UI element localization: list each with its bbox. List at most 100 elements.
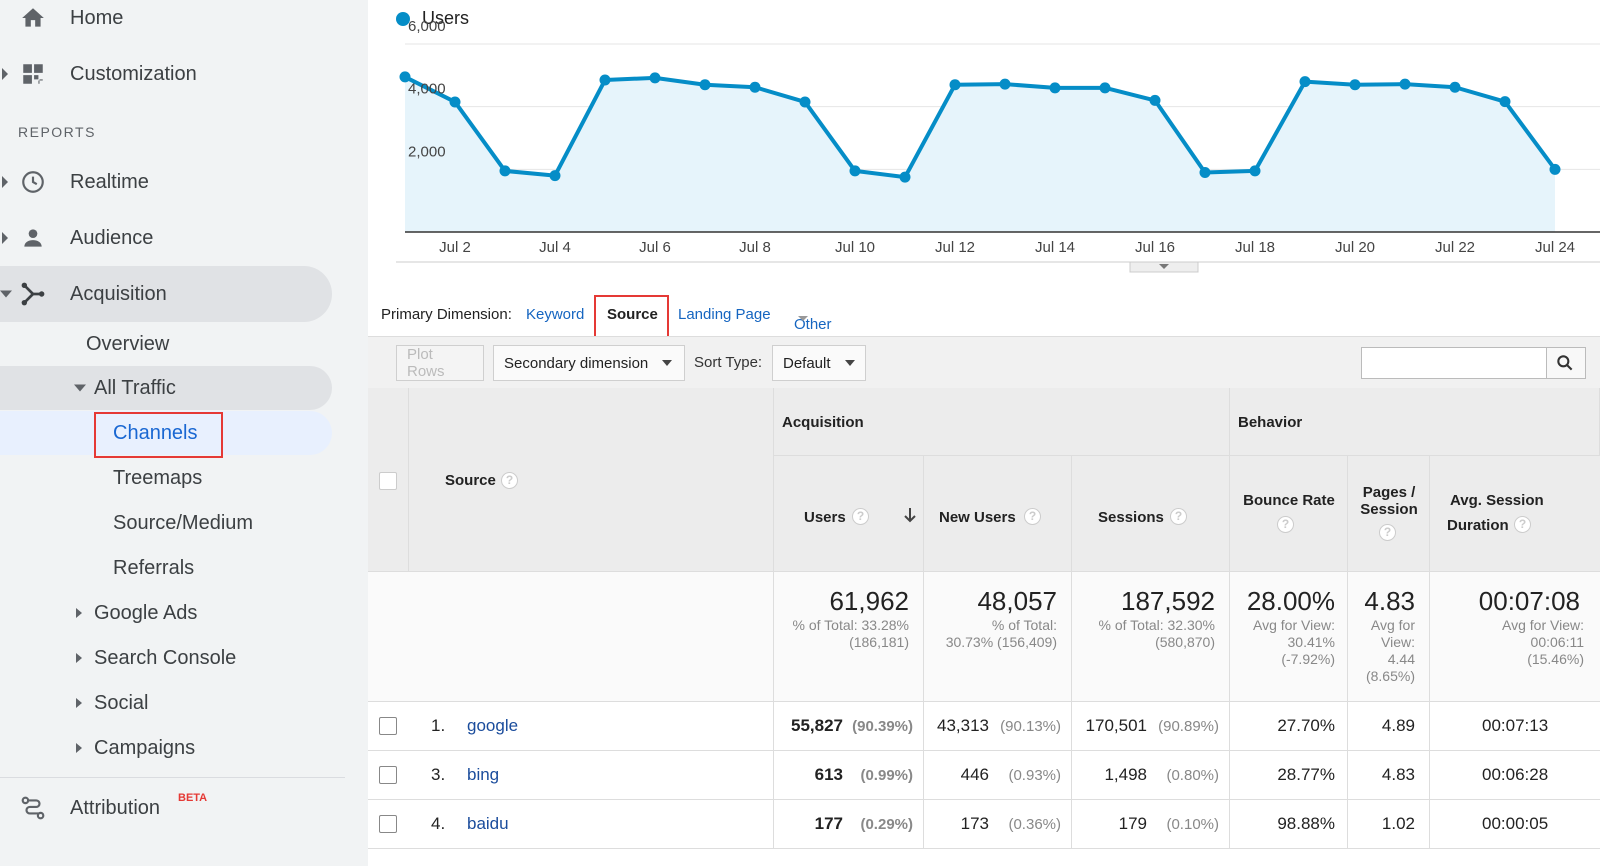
totals-sessions-sub2: (580,870) <box>1155 634 1215 650</box>
secondary-dimension-select[interactable]: Secondary dimension <box>493 345 685 381</box>
row-new-users: 43,313 <box>937 716 989 735</box>
data-point <box>1199 166 1211 178</box>
x-tick-label: Jul 14 <box>1035 239 1075 256</box>
x-tick-label: Jul 18 <box>1235 239 1275 256</box>
row-avg-cell: 00:07:13 <box>1430 702 1600 751</box>
data-point <box>549 170 561 182</box>
chevron-down-icon <box>798 316 808 321</box>
totals-pages-cell: 4.83 Avg for View: 4.44 (8.65%) <box>1348 572 1430 702</box>
data-point <box>749 81 761 93</box>
search-icon <box>1557 355 1573 371</box>
data-point <box>849 165 861 177</box>
table-search-button[interactable] <box>1546 347 1586 379</box>
help-icon[interactable]: ? <box>501 472 518 489</box>
table-toolbar: Plot Rows Secondary dimension Sort Type:… <box>368 336 1600 388</box>
nav-acquisition[interactable]: Acquisition <box>0 266 330 322</box>
dimension-keyword[interactable]: Keyword <box>526 306 584 323</box>
select-all-checkbox[interactable] <box>379 472 397 490</box>
nav-audience-label: Audience <box>70 226 154 249</box>
row-new-users-pct: (90.13%) <box>1000 718 1061 735</box>
row-source-link[interactable]: baidu <box>467 814 509 834</box>
avg-session-header[interactable]: Avg. Session Duration ? <box>1430 456 1600 572</box>
totals-sessions-cell: 187,592 % of Total: 32.30% (580,870) <box>1072 572 1230 702</box>
table-search-input[interactable] <box>1361 347 1547 379</box>
data-point <box>1049 82 1061 94</box>
select-all-header <box>368 388 409 572</box>
caret-down-icon <box>74 384 86 392</box>
sort-type-select[interactable]: Default <box>772 345 866 381</box>
plot-rows-button[interactable]: Plot Rows <box>396 345 484 381</box>
row-new-users-pct: (0.36%) <box>1008 816 1061 833</box>
nav-source-medium[interactable]: Source/Medium <box>113 501 253 545</box>
avg-session-header-line1: Avg. Session <box>1450 492 1544 509</box>
row-checkbox[interactable] <box>379 815 397 833</box>
row-users-cell: 613 (0.99%) <box>774 751 924 800</box>
row-sessions-cell: 170,501 (90.89%) <box>1072 702 1230 751</box>
row-sessions: 170,501 <box>1085 716 1147 735</box>
nav-campaigns[interactable]: Campaigns <box>76 726 326 770</box>
help-icon[interactable]: ? <box>1170 508 1187 525</box>
users-header[interactable]: Users ? <box>774 456 924 572</box>
nav-customization[interactable]: Customization <box>0 46 330 102</box>
pages-session-header[interactable]: Pages / Session ? <box>1348 456 1430 572</box>
caret-right-icon <box>76 608 82 618</box>
row-sessions-pct: (90.89%) <box>1158 718 1219 735</box>
row-source-link[interactable]: bing <box>467 765 499 785</box>
primary-dimension-bar: Primary Dimension: Keyword Source Landin… <box>368 296 1600 336</box>
help-icon[interactable]: ? <box>1277 516 1294 533</box>
row-avg: 00:07:13 <box>1482 716 1549 735</box>
help-icon[interactable]: ? <box>852 508 869 525</box>
totals-new-users: 48,057 <box>977 586 1057 616</box>
sidebar: Home Customization REPORTS Realtime Audi… <box>0 0 368 866</box>
row-avg-cell: 00:00:05 <box>1430 800 1600 849</box>
bounce-rate-header[interactable]: Bounce Rate ? <box>1230 456 1348 572</box>
sidebar-divider <box>0 777 345 778</box>
caret-down-icon <box>0 290 12 298</box>
nav-attribution[interactable]: Attribution BETA <box>0 780 330 836</box>
source-header[interactable]: Source ? <box>409 388 774 572</box>
nav-all-traffic[interactable]: All Traffic <box>72 366 332 410</box>
row-sessions-pct: (0.10%) <box>1166 816 1219 833</box>
totals-pages-sub2: View: <box>1381 634 1415 650</box>
x-tick-label: Jul 12 <box>935 239 975 256</box>
nav-google-ads[interactable]: Google Ads <box>76 591 326 635</box>
row-source-link[interactable]: google <box>467 716 518 736</box>
row-bounce-cell: 98.88% <box>1230 800 1348 849</box>
row-source-cell: 4. baidu <box>409 800 774 849</box>
data-point <box>699 79 711 91</box>
acquisition-group-header: Acquisition <box>774 388 1230 456</box>
nav-treemaps[interactable]: Treemaps <box>113 456 202 500</box>
row-checkbox[interactable] <box>379 717 397 735</box>
caret-right-icon <box>2 68 8 80</box>
nav-overview[interactable]: Overview <box>86 322 169 366</box>
row-sessions: 1,498 <box>1104 765 1147 784</box>
row-pages: 1.02 <box>1381 814 1415 833</box>
totals-users-sub2: (186,181) <box>849 634 909 650</box>
data-point <box>1349 79 1361 91</box>
nav-home[interactable]: Home <box>0 0 330 46</box>
data-point <box>1549 163 1561 175</box>
pages-session-header-line1: Pages / <box>1362 484 1416 501</box>
x-tick-label: Jul 2 <box>439 239 471 256</box>
nav-social[interactable]: Social <box>76 681 326 725</box>
nav-realtime[interactable]: Realtime <box>0 154 330 210</box>
dimension-landing-page[interactable]: Landing Page <box>678 306 771 323</box>
help-icon[interactable]: ? <box>1379 524 1396 541</box>
nav-customization-label: Customization <box>70 62 197 85</box>
sessions-header[interactable]: Sessions ? <box>1072 456 1230 572</box>
sort-arrow-down-icon[interactable] <box>902 506 918 524</box>
data-point <box>799 96 811 108</box>
nav-search-console[interactable]: Search Console <box>76 636 326 680</box>
sessions-header-label: Sessions <box>1098 509 1164 526</box>
totals-pages-sub1: Avg for <box>1370 617 1415 633</box>
nav-referrals[interactable]: Referrals <box>113 546 194 590</box>
nav-audience[interactable]: Audience <box>0 210 330 266</box>
behavior-group-label: Behavior <box>1238 414 1303 431</box>
row-avg-cell: 00:06:28 <box>1430 751 1600 800</box>
help-icon[interactable]: ? <box>1514 516 1531 533</box>
new-users-header[interactable]: New Users ? <box>924 456 1072 572</box>
row-bounce-cell: 27.70% <box>1230 702 1348 751</box>
row-checkbox[interactable] <box>379 766 397 784</box>
data-point <box>649 72 661 84</box>
help-icon[interactable]: ? <box>1024 508 1041 525</box>
